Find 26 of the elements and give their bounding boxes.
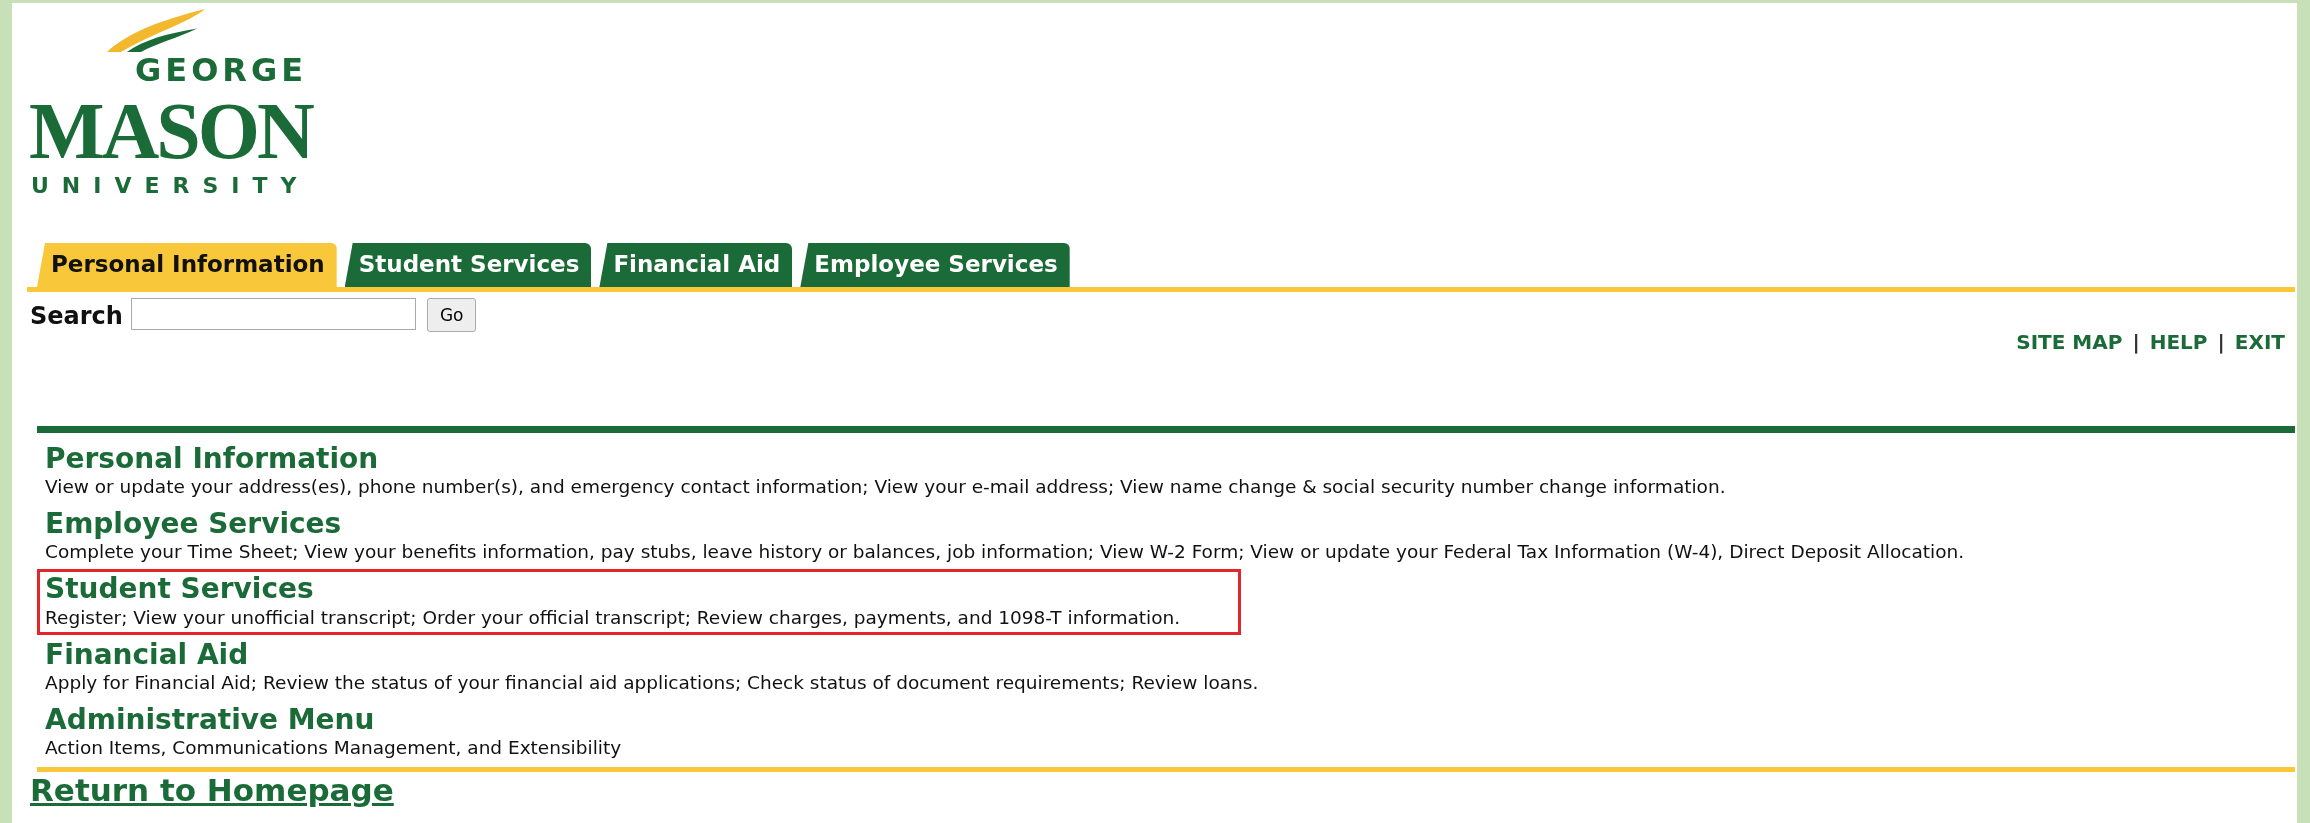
menu-description: Complete your Time Sheet; View your benefits information, pay stubs, leave history or balances, job information; View W-2 Form; View or update your Federal Tax Information (W-4), Direct Deposit Allocation.: [45, 540, 1965, 565]
search-label: Search: [30, 301, 123, 330]
header-link[interactable]: SITE MAP: [2016, 330, 2123, 354]
return-link[interactable]: Return to Homepage: [30, 772, 394, 810]
menu-description: View or update your address(es), phone number(s), and emergency contact information; View your e-mail address; View name change & social security number change information.: [45, 475, 1726, 500]
menu-description: Register; View your unofficial transcript; Order your official transcript; Review charges, payments, and 1098-T information.: [45, 605, 1181, 630]
logo-line: GEORGE: [135, 53, 308, 89]
nav-tab[interactable]: Student Services: [344, 243, 592, 287]
header-link[interactable]: EXIT: [2234, 330, 2285, 354]
menu-description: Action Items, Communications Management, and Extensibility: [45, 736, 622, 761]
separator: |: [2132, 330, 2140, 354]
menu-description: Apply for Financial Aid; Review the status of your financial aid applications; Check status of document requirements; Review loans.: [45, 670, 1259, 695]
header-link[interactable]: HELP: [2149, 330, 2208, 354]
separator: |: [2217, 330, 2225, 354]
menu-link[interactable]: Administrative Menu: [45, 703, 622, 737]
search-field[interactable]: [130, 298, 416, 330]
logo-line: UNIVERSITY: [31, 173, 310, 198]
menu-link[interactable]: Financial Aid: [45, 638, 1259, 671]
go-button[interactable]: Go: [426, 298, 477, 332]
menu-link[interactable]: Personal Information: [45, 443, 1726, 476]
menu-link[interactable]: Student Services: [45, 573, 1181, 606]
menu-link[interactable]: Employee Services: [45, 508, 1965, 541]
nav-tab[interactable]: Financial Aid: [599, 243, 793, 287]
logo-wordmark: MASON: [29, 95, 312, 167]
nav-tab[interactable]: Personal Information: [37, 243, 337, 287]
nav-tab[interactable]: Employee Services: [800, 243, 1070, 287]
